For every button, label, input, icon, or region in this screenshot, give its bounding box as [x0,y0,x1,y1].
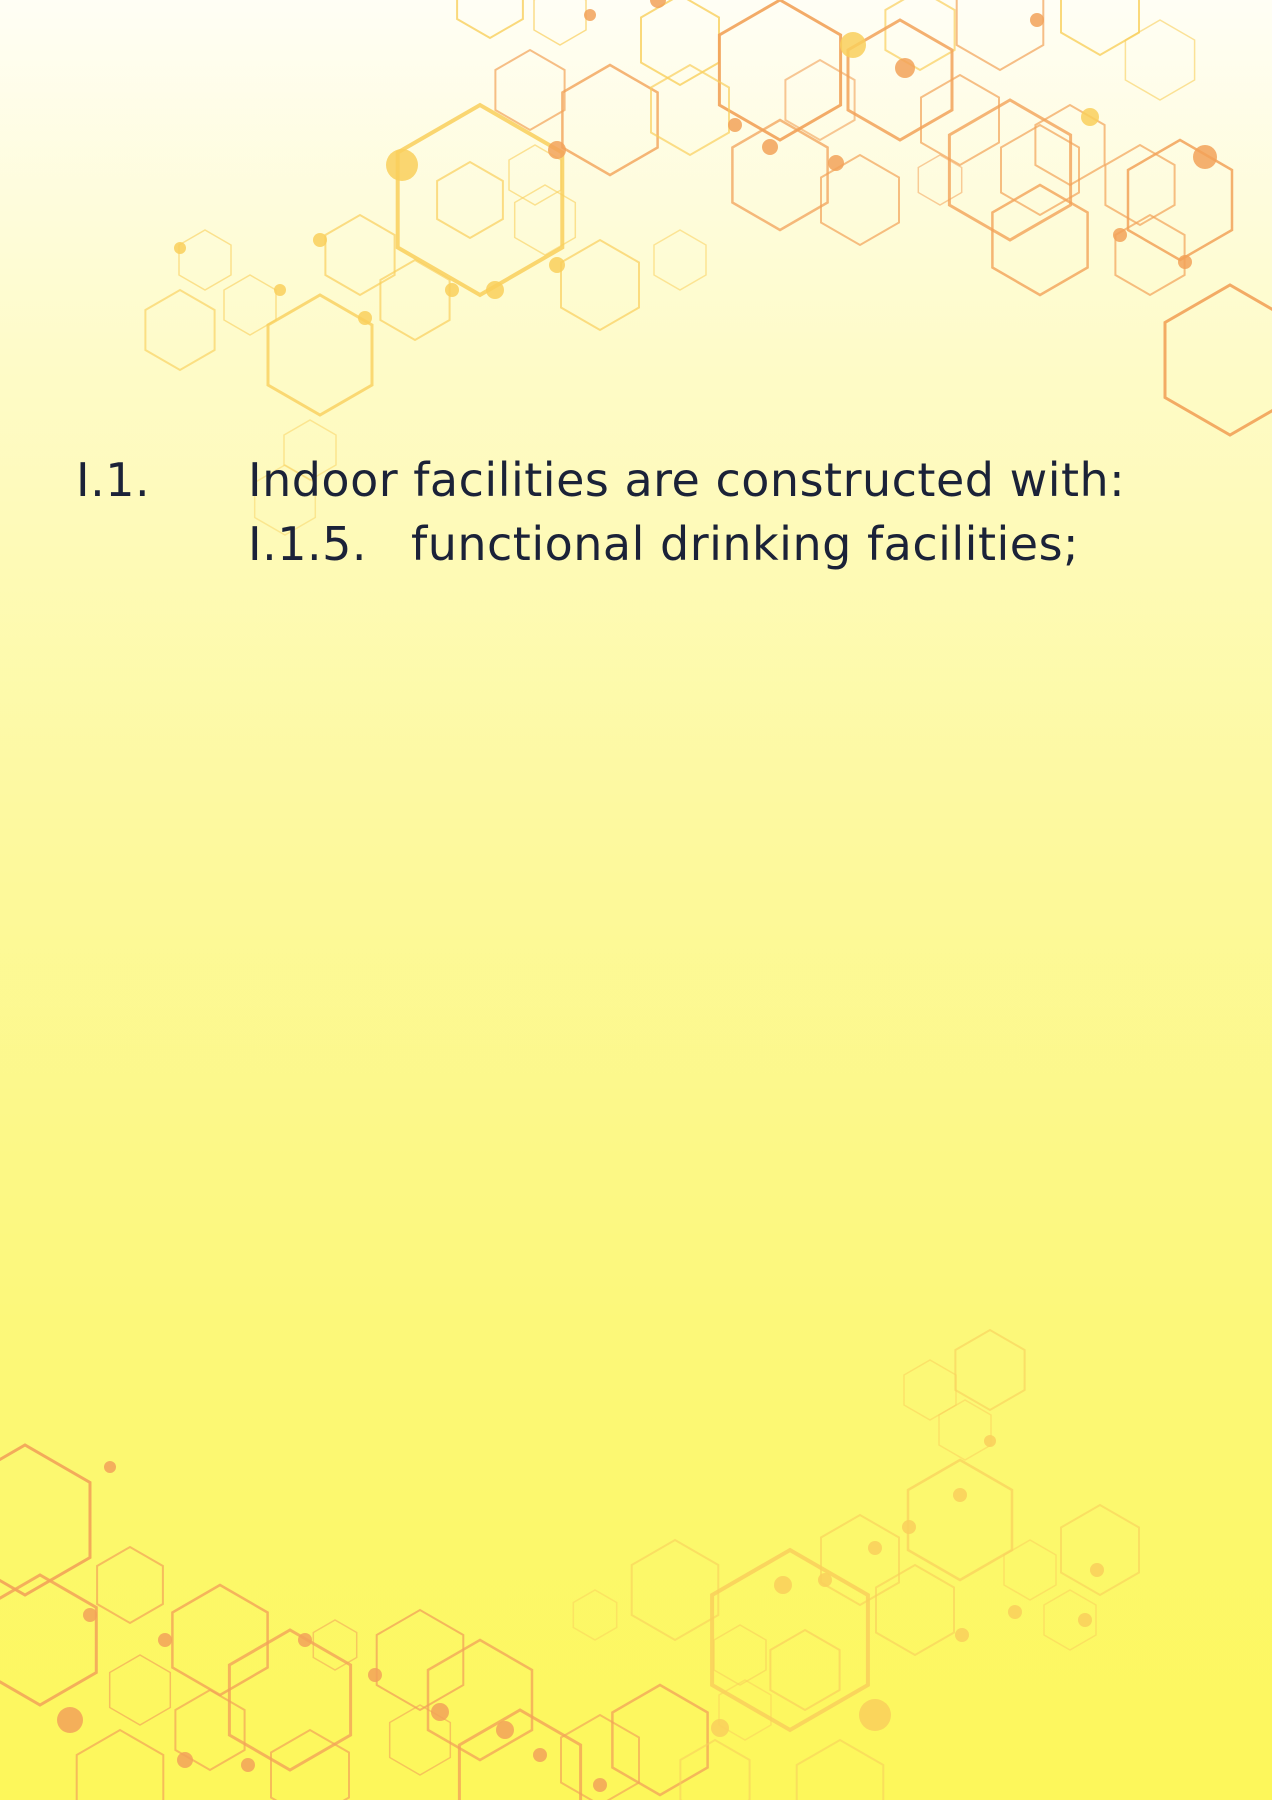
clause-text: Indoor facilities are constructed with: [248,453,1126,507]
clause-number: I.1. [76,453,151,507]
clause-number: I.1.5. [248,517,367,571]
clause-text: functional drinking facilities; [411,517,1080,571]
document-body: I.1. Indoor facilities are constructed w… [0,0,1272,1800]
